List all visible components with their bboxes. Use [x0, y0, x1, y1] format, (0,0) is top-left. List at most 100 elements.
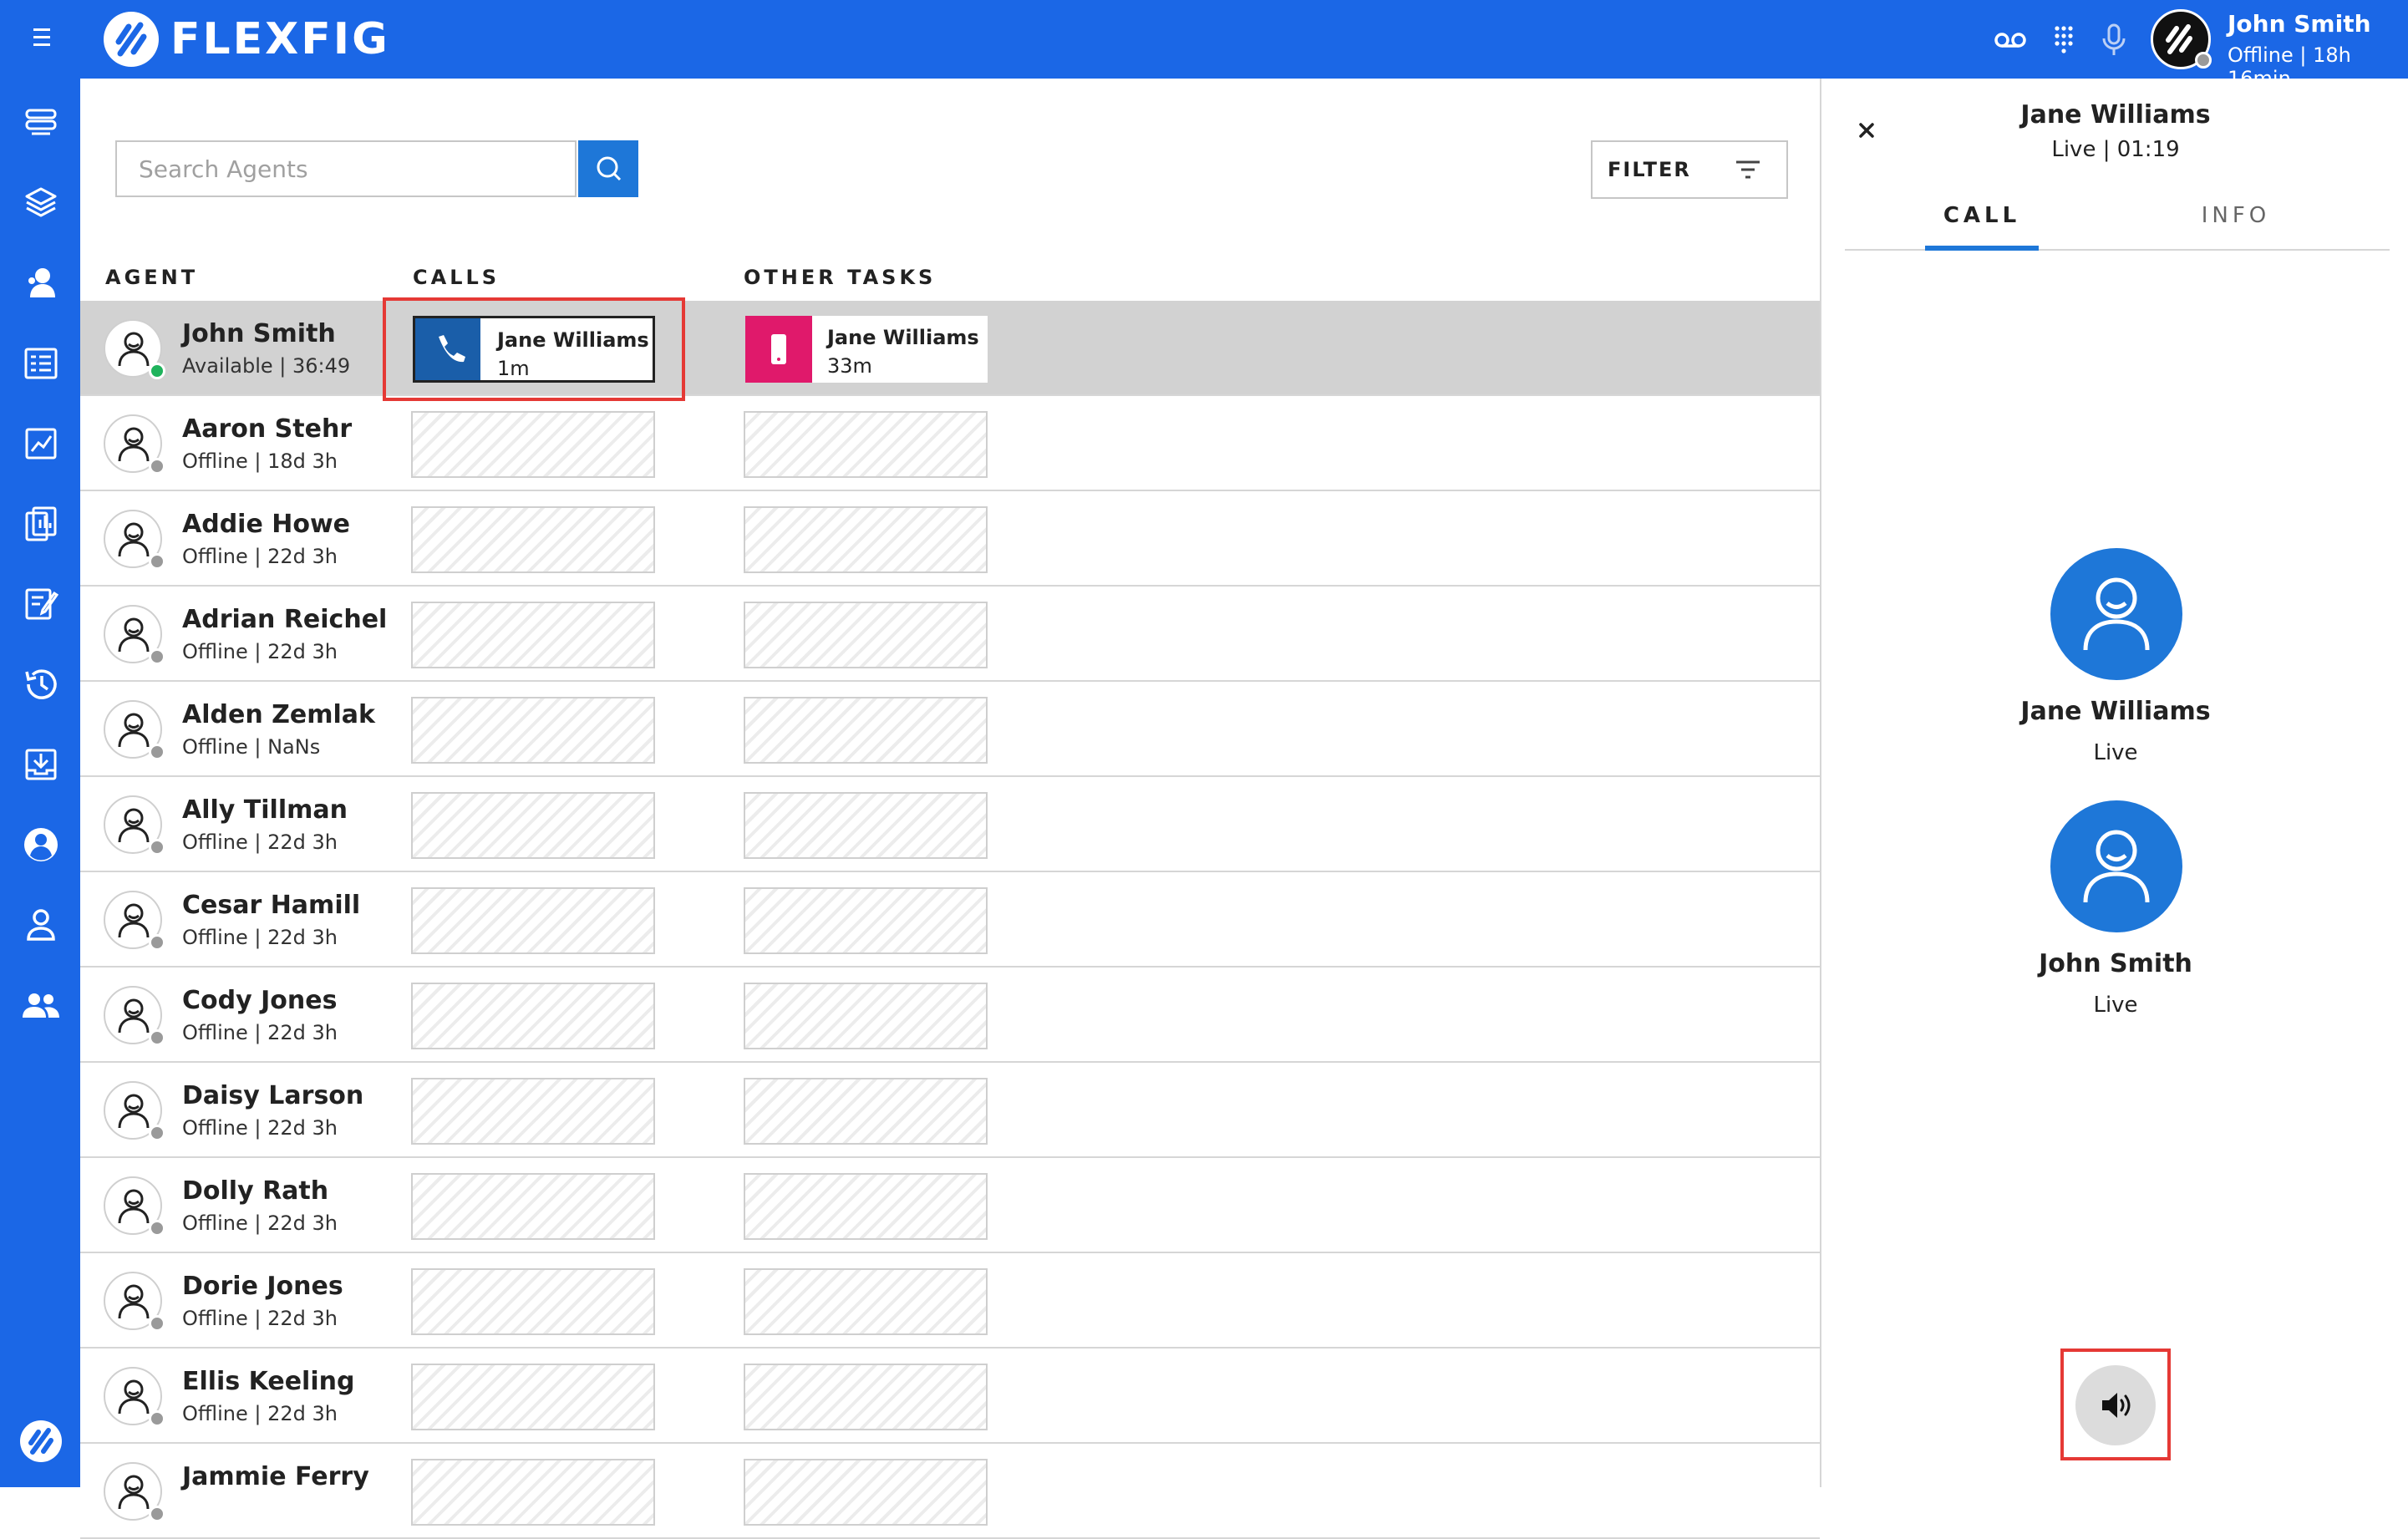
- app-logo-text: FLEXFIG: [170, 14, 390, 64]
- empty-task-slot: [744, 602, 988, 668]
- agent-row[interactable]: John Smith Available | 36:49 Jane Williams…: [80, 301, 1820, 396]
- agent-avatar: [104, 700, 165, 760]
- teams-icon[interactable]: [20, 984, 62, 1026]
- empty-call-slot: [411, 792, 655, 859]
- agent-avatar: [104, 1272, 165, 1332]
- empty-task-slot: [744, 411, 988, 478]
- column-header-other-tasks: OTHER TASKS: [744, 266, 937, 289]
- empty-task-slot: [744, 1364, 988, 1430]
- agent-status-dot: [149, 458, 165, 475]
- empty-call-slot: [411, 506, 655, 573]
- agent-row[interactable]: Adrian Reichel Offline | 22d 3h: [80, 587, 1820, 682]
- column-header-agent: AGENT: [105, 266, 199, 289]
- agent-name: Adrian Reichel: [182, 605, 388, 634]
- agents-table: John Smith Available | 36:49 Jane Williams…: [80, 301, 1820, 1539]
- agent-row[interactable]: Daisy Larson Offline | 22d 3h: [80, 1063, 1820, 1158]
- empty-task-slot: [744, 887, 988, 954]
- participant-avatar: [2050, 800, 2182, 932]
- agent-status-dot: [149, 1125, 165, 1141]
- agent-status: Offline | 22d 3h: [182, 926, 338, 949]
- empty-task-slot: [744, 1268, 988, 1335]
- flexfig-logo-icon[interactable]: [18, 1419, 64, 1464]
- agent-name: Aaron Stehr: [182, 414, 353, 444]
- agent-name: Ellis Keeling: [182, 1367, 355, 1396]
- reports-icon[interactable]: [20, 503, 62, 545]
- agent-row[interactable]: Addie Howe Offline | 22d 3h: [80, 491, 1820, 587]
- top-bar: FLEXFIG John Smith Offline | 18h 16min: [0, 0, 2408, 90]
- agent-avatar: [104, 605, 165, 665]
- agent-name: Daisy Larson: [182, 1081, 364, 1110]
- sidebar: [0, 79, 80, 1487]
- agent-row[interactable]: Ellis Keeling Offline | 22d 3h: [80, 1349, 1820, 1444]
- agent-status-dot: [149, 1220, 165, 1237]
- forms-icon[interactable]: [20, 583, 62, 625]
- agent-status-dot: [149, 648, 165, 665]
- speaker-highlight-box: [2060, 1349, 2171, 1460]
- agent-row[interactable]: Cody Jones Offline | 22d 3h: [80, 968, 1820, 1063]
- participant-status: Live: [2093, 993, 2138, 1018]
- agent-status-dot: [149, 1410, 165, 1427]
- queues-icon[interactable]: [20, 102, 62, 144]
- empty-call-slot: [411, 411, 655, 478]
- agent-name: Cody Jones: [182, 986, 338, 1015]
- empty-task-slot: [744, 1078, 988, 1145]
- tab-info[interactable]: INFO: [2179, 192, 2293, 251]
- dashboard-icon[interactable]: [20, 343, 62, 384]
- menu-icon[interactable]: [28, 23, 55, 53]
- agents-icon[interactable]: [20, 262, 62, 304]
- empty-task-slot: [744, 506, 988, 573]
- user-avatar[interactable]: [2151, 9, 2212, 69]
- empty-call-slot: [411, 1173, 655, 1240]
- user-icon[interactable]: [20, 904, 62, 946]
- analytics-icon[interactable]: [20, 423, 62, 465]
- empty-task-slot: [744, 792, 988, 859]
- participant-name: Jane Williams: [2020, 697, 2211, 726]
- agent-status: Offline | 22d 3h: [182, 830, 338, 854]
- agent-status: Offline | 22d 3h: [182, 640, 338, 663]
- tab-call[interactable]: CALL: [1925, 192, 2039, 251]
- agent-row[interactable]: Jammie Ferry: [80, 1444, 1820, 1539]
- layers-icon[interactable]: [20, 182, 62, 224]
- agent-avatar: [104, 986, 165, 1046]
- search-agents-input[interactable]: [115, 140, 577, 197]
- calls-highlight-box: [383, 297, 685, 401]
- agent-row[interactable]: Dorie Jones Offline | 22d 3h: [80, 1253, 1820, 1349]
- participant-name: John Smith: [2039, 949, 2192, 978]
- agent-row[interactable]: Ally Tillman Offline | 22d 3h: [80, 777, 1820, 872]
- task-card[interactable]: Jane Williams 33m: [745, 316, 988, 383]
- agent-row[interactable]: Dolly Rath Offline | 22d 3h: [80, 1158, 1820, 1253]
- agent-row[interactable]: Cesar Hamill Offline | 22d 3h: [80, 872, 1820, 968]
- agent-row[interactable]: Aaron Stehr Offline | 18d 3h: [80, 396, 1820, 491]
- agent-status-dot: [149, 1315, 165, 1332]
- search-button[interactable]: [578, 140, 638, 197]
- agent-status-dot: [149, 744, 165, 760]
- microphone-icon[interactable]: [2096, 22, 2132, 58]
- agent-row[interactable]: Alden Zemlak Offline | NaNs: [80, 682, 1820, 777]
- empty-call-slot: [411, 1459, 655, 1526]
- empty-task-slot: [744, 697, 988, 764]
- agent-name: Addie Howe: [182, 510, 351, 539]
- agent-status: Offline | 22d 3h: [182, 1307, 338, 1330]
- mobile-icon: [745, 316, 812, 383]
- search-icon: [597, 156, 622, 181]
- agent-status-dot: [149, 553, 165, 570]
- history-icon[interactable]: [20, 663, 62, 705]
- column-header-calls: CALLS: [413, 266, 500, 289]
- agent-status: Offline | 22d 3h: [182, 1021, 338, 1044]
- empty-task-slot: [744, 1459, 988, 1526]
- agent-avatar: [104, 795, 165, 856]
- agent-avatar: [104, 1176, 165, 1237]
- flexfig-logo-icon: [104, 12, 159, 67]
- account-icon[interactable]: [20, 824, 62, 866]
- agent-status: Available | 36:49: [182, 354, 351, 378]
- agent-name: Cesar Hamill: [182, 891, 361, 920]
- empty-call-slot: [411, 602, 655, 668]
- agent-avatar: [104, 510, 165, 570]
- agent-status: Offline | 22d 3h: [182, 1211, 338, 1235]
- voicemail-icon[interactable]: [1992, 22, 2029, 58]
- agent-name: Alden Zemlak: [182, 700, 375, 729]
- inbox-icon[interactable]: [20, 744, 62, 785]
- dialpad-icon[interactable]: [2045, 22, 2082, 58]
- filter-button[interactable]: FILTER: [1591, 140, 1788, 199]
- agent-status-dot: [149, 1029, 165, 1046]
